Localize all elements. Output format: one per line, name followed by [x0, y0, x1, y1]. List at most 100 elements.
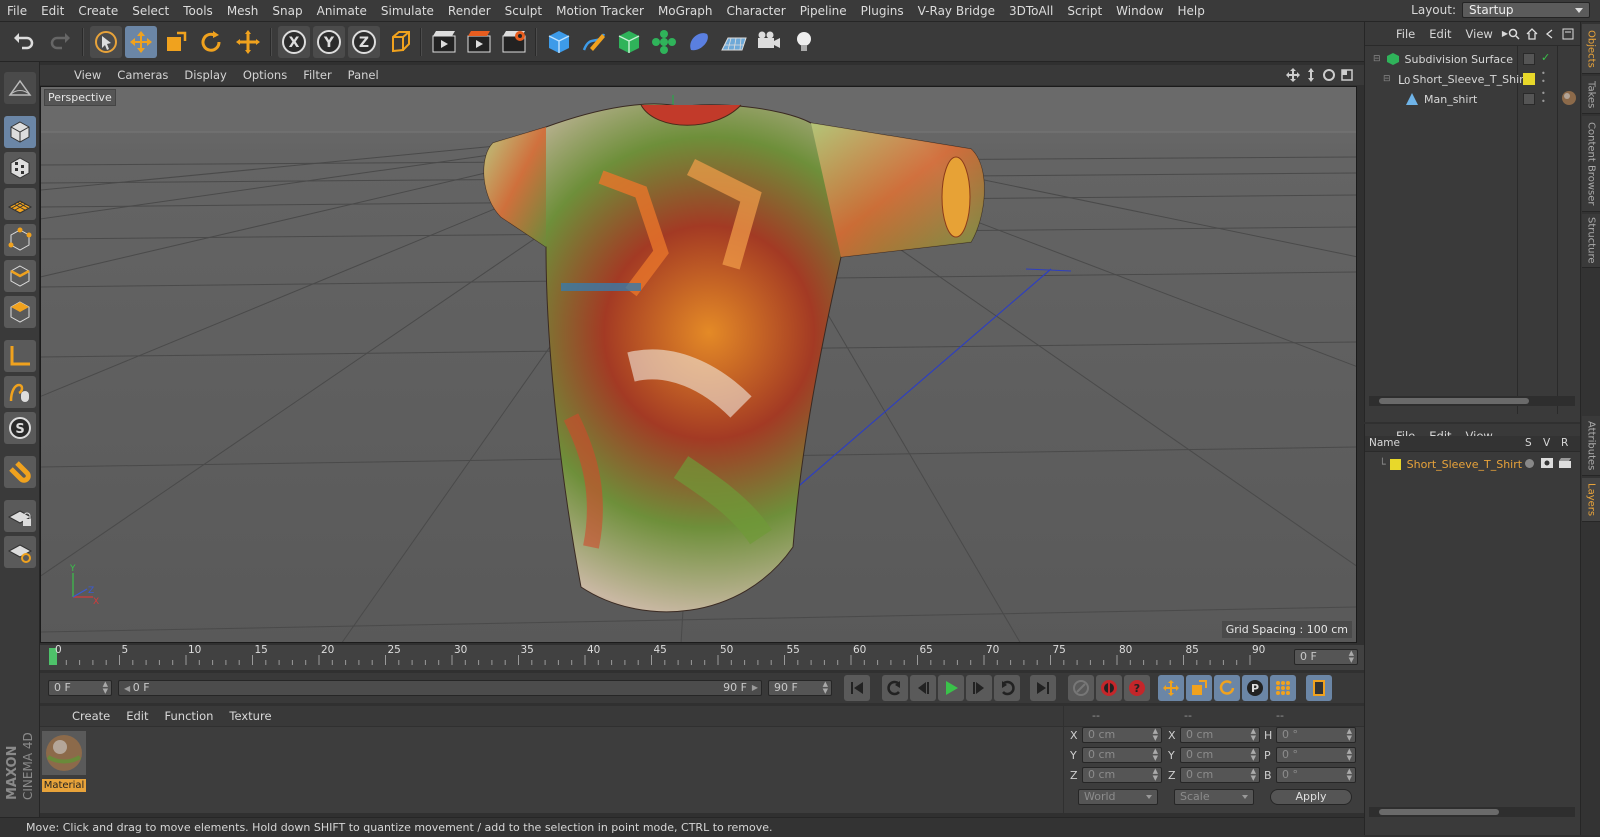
rotation-b-field[interactable]: 0 ° ▲ ▼ — [1276, 767, 1356, 783]
render-view-icon[interactable] — [428, 26, 460, 58]
material-swatch[interactable]: Material — [42, 731, 86, 792]
viewport-menu-view[interactable]: View — [66, 68, 109, 82]
material-menu-edit[interactable]: Edit — [118, 709, 156, 723]
menu-pipeline[interactable]: Pipeline — [793, 4, 854, 18]
panel-menu-icon[interactable] — [1562, 28, 1574, 40]
home-icon[interactable] — [1526, 27, 1538, 40]
deformer-icon[interactable] — [683, 26, 715, 58]
apply-button[interactable]: Apply — [1270, 789, 1352, 805]
menu-vray-bridge[interactable]: V-Ray Bridge — [911, 4, 1002, 18]
viewport-rotate-icon[interactable] — [1322, 68, 1336, 82]
motion-record-icon[interactable] — [1068, 675, 1094, 701]
menu-create[interactable]: Create — [71, 4, 125, 18]
material-name[interactable]: Material — [42, 779, 86, 792]
camera-icon[interactable] — [753, 26, 785, 58]
layer-manager-scrollbar[interactable] — [1369, 807, 1575, 817]
object-name[interactable]: Subdivision Surface — [1405, 53, 1513, 66]
object-row-man-shirt[interactable]: Man_shirt • • — [1365, 89, 1581, 109]
object-row-short-sleeve-t-shirt[interactable]: ⊟ L0 Short_Sleeve_T_Shirt • • — [1365, 69, 1581, 89]
scale-y-field[interactable]: 0 cm ▲ ▼ — [1180, 747, 1260, 763]
coordinate-space-select[interactable]: World — [1078, 789, 1158, 805]
model-mode-icon[interactable] — [4, 116, 36, 148]
menu-snap[interactable]: Snap — [265, 4, 309, 18]
timeline-window-icon[interactable] — [1306, 675, 1332, 701]
viewport-menu-panel[interactable]: Panel — [340, 68, 387, 82]
key-rotation-icon[interactable] — [1214, 675, 1240, 701]
render-clapper-icon[interactable] — [1559, 458, 1571, 468]
rotation-h-field[interactable]: 0 ° ▲ ▼ — [1276, 727, 1356, 743]
render-settings-icon[interactable] — [498, 26, 530, 58]
objects-menu-file[interactable]: File — [1389, 27, 1422, 41]
next-frame-icon[interactable] — [966, 675, 992, 701]
viewport-maximize-icon[interactable] — [1340, 68, 1354, 82]
layer-name[interactable]: Short_Sleeve_T_Shirt — [1407, 458, 1522, 471]
key-scale-icon[interactable] — [1186, 675, 1212, 701]
position-z-field[interactable]: 0 cm ▲ ▼ — [1082, 767, 1162, 783]
tab-attributes[interactable]: Attributes — [1582, 416, 1600, 476]
camera-label[interactable]: Perspective — [44, 89, 116, 106]
layer-row[interactable]: └ Short_Sleeve_T_Shirt — [1365, 454, 1581, 474]
planar-workplane-icon[interactable] — [4, 536, 36, 568]
layer-color-empty[interactable] — [1523, 53, 1535, 65]
menu-motion-tracker[interactable]: Motion Tracker — [549, 4, 651, 18]
layer-color-empty[interactable] — [1523, 93, 1535, 105]
edges-mode-icon[interactable] — [4, 260, 36, 292]
material-menu-create[interactable]: Create — [64, 709, 118, 723]
menu-tools[interactable]: Tools — [176, 4, 220, 18]
texture-tag-icon[interactable] — [1561, 90, 1577, 106]
cloner-icon[interactable] — [648, 26, 680, 58]
menu-script[interactable]: Script — [1060, 4, 1109, 18]
tab-objects[interactable]: Objects — [1582, 24, 1600, 74]
layout-select[interactable]: Startup — [1462, 2, 1590, 18]
snapping-icon[interactable]: S — [4, 412, 36, 444]
key-position-icon[interactable] — [1158, 675, 1184, 701]
menu-sculpt[interactable]: Sculpt — [498, 4, 549, 18]
render-to-picture-viewer-icon[interactable] — [463, 26, 495, 58]
material-menu-function[interactable]: Function — [157, 709, 222, 723]
menu-help[interactable]: Help — [1170, 4, 1211, 18]
material-menu-texture[interactable]: Texture — [221, 709, 279, 723]
solo-toggle[interactable] — [1525, 459, 1534, 468]
rotation-p-field[interactable]: 0 ° ▲ ▼ — [1276, 747, 1356, 763]
visibility-dots[interactable]: • • — [1541, 70, 1546, 86]
viewport-menu-options[interactable]: Options — [235, 68, 295, 82]
object-name[interactable]: Man_shirt — [1424, 93, 1477, 106]
coordinate-system-icon[interactable] — [384, 26, 416, 58]
menu-plugins[interactable]: Plugins — [854, 4, 911, 18]
position-y-field[interactable]: 0 cm ▲ ▼ — [1082, 747, 1162, 763]
transform-mode-select[interactable]: Scale — [1174, 789, 1254, 805]
axis-mode-icon[interactable] — [4, 340, 36, 372]
menu-3dtoall[interactable]: 3DToAll — [1002, 4, 1060, 18]
autokeying-icon[interactable]: ? — [1124, 675, 1150, 701]
position-x-field[interactable]: 0 cm ▲ ▼ — [1082, 727, 1162, 743]
transform-icon[interactable] — [232, 26, 264, 58]
menu-edit[interactable]: Edit — [34, 4, 71, 18]
viewport-zoom-icon[interactable] — [1304, 68, 1318, 82]
polygons-mode-icon[interactable] — [4, 296, 36, 328]
make-editable-icon[interactable] — [4, 72, 36, 104]
scale-z-field[interactable]: 0 cm ▲ ▼ — [1180, 767, 1260, 783]
tab-layers[interactable]: Layers — [1582, 478, 1600, 522]
points-mode-icon[interactable] — [4, 224, 36, 256]
end-frame-field[interactable]: 90 F ▲ ▼ — [768, 680, 832, 696]
menu-mograph[interactable]: MoGraph — [651, 4, 720, 18]
viewport-menu-cameras[interactable]: Cameras — [109, 68, 176, 82]
menu-file[interactable]: File — [0, 4, 34, 18]
key-parameter-icon[interactable]: P — [1242, 675, 1268, 701]
objects-menu-edit[interactable]: Edit — [1422, 27, 1458, 41]
tweak-mode-icon[interactable] — [4, 376, 36, 408]
subdivision-surface-icon[interactable] — [613, 26, 645, 58]
x-axis-lock-button[interactable]: X — [278, 26, 310, 58]
record-keys-icon[interactable] — [1096, 675, 1122, 701]
menu-window[interactable]: Window — [1109, 4, 1170, 18]
objects-menu-view[interactable]: View — [1459, 27, 1500, 41]
scale-icon[interactable] — [160, 26, 192, 58]
object-row-subdivision-surface[interactable]: ⊟ Subdivision Surface ✓ — [1365, 49, 1581, 69]
go-to-start-icon[interactable] — [844, 675, 870, 701]
menu-character[interactable]: Character — [719, 4, 792, 18]
menu-mesh[interactable]: Mesh — [220, 4, 266, 18]
viewport-menu-display[interactable]: Display — [176, 68, 234, 82]
menu-simulate[interactable]: Simulate — [374, 4, 441, 18]
previous-key-icon[interactable] — [882, 675, 908, 701]
floor-icon[interactable] — [718, 26, 750, 58]
